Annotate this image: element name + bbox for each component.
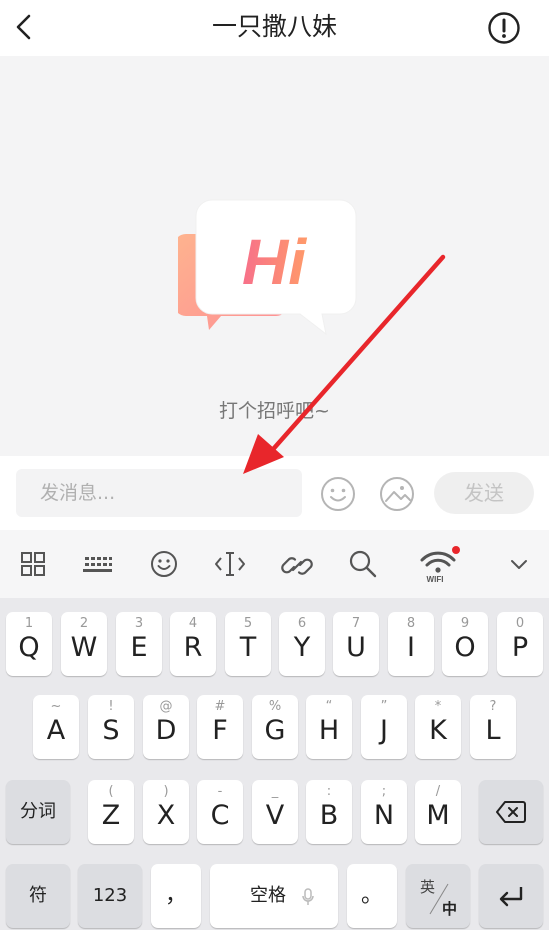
key-c[interactable]: -C [197, 780, 243, 844]
link-icon[interactable] [280, 547, 314, 581]
top-bar: 一只撒八妹 [0, 0, 549, 56]
number-key[interactable]: 123 [78, 864, 142, 928]
key-e[interactable]: 3E [116, 612, 162, 676]
message-input[interactable] [16, 469, 302, 517]
key-p[interactable]: 0P [497, 612, 543, 676]
key-h[interactable]: “H [306, 695, 352, 759]
hi-text: Hi [242, 226, 307, 298]
cursor-icon[interactable] [213, 547, 247, 581]
image-icon[interactable] [379, 476, 415, 512]
key-u[interactable]: 7U [333, 612, 379, 676]
smiley-icon[interactable] [147, 547, 181, 581]
chat-area: Hi 打个招呼吧~ [0, 56, 549, 456]
language-switch-key[interactable]: 英 中 [406, 864, 470, 928]
key-l[interactable]: ? L [470, 695, 516, 759]
exclamation-circle-icon[interactable] [487, 11, 521, 45]
key-k[interactable]: * K [415, 695, 461, 759]
search-icon[interactable] [346, 547, 380, 581]
lang-chinese-label: 中 [442, 900, 458, 918]
message-input-bar: 发送 [0, 456, 549, 530]
key-g[interactable]: % G [252, 695, 298, 759]
backspace-key[interactable] [479, 780, 543, 844]
keyboard-toolbar: WIFI [0, 530, 549, 598]
key-a[interactable]: ~ A [33, 695, 79, 759]
key-v[interactable]: _ V [252, 780, 298, 844]
hi-greeting-illustration: Hi [178, 199, 357, 336]
keyboard-icon[interactable] [80, 547, 114, 581]
wifi-icon[interactable]: WIFI [414, 544, 462, 584]
send-button[interactable]: 发送 [434, 472, 534, 514]
key-t[interactable]: 5T [225, 612, 271, 676]
key-o[interactable]: 9O [442, 612, 488, 676]
key-n[interactable]: ; N [361, 780, 407, 844]
key-f[interactable]: # F [197, 695, 243, 759]
key-z[interactable]: (Z [88, 780, 134, 844]
key-x[interactable]: ) X [143, 780, 189, 844]
wifi-label: WIFI [427, 575, 444, 584]
enter-icon [499, 887, 523, 907]
symbol-key[interactable]: 符 [6, 864, 70, 928]
grid-icon[interactable] [16, 547, 50, 581]
smiley-icon[interactable] [320, 476, 356, 512]
comma-key[interactable]: ， [151, 864, 201, 928]
key-w[interactable]: 2W [61, 612, 107, 676]
greeting-text: 打个招呼吧~ [219, 400, 330, 422]
fenci-key[interactable]: 分词 [6, 780, 70, 844]
key-r[interactable]: 4R [170, 612, 216, 676]
key-j[interactable]: ” J [361, 695, 407, 759]
key-i[interactable]: 8I [388, 612, 434, 676]
backspace-icon [496, 801, 526, 823]
key-s[interactable]: ! S [88, 695, 134, 759]
chat-title: 一只撒八妹 [211, 12, 337, 41]
space-key[interactable]: 空格 [210, 864, 338, 928]
chevron-down-icon[interactable] [502, 547, 536, 581]
microphone-icon [302, 888, 314, 905]
key-y[interactable]: 6Y [279, 612, 325, 676]
key-d[interactable]: @ D [143, 695, 189, 759]
lang-divider [429, 883, 449, 915]
key-m[interactable]: / M [415, 780, 461, 844]
enter-key[interactable] [479, 864, 543, 928]
key-b[interactable]: :B [306, 780, 352, 844]
period-key[interactable]: 。 [347, 864, 397, 928]
keyboard: 1Q 2W 3E 4R 5T 6Y 7U 8I 9O 0P ~ A ! S @ D #… [0, 598, 549, 930]
key-q[interactable]: 1Q [6, 612, 52, 676]
